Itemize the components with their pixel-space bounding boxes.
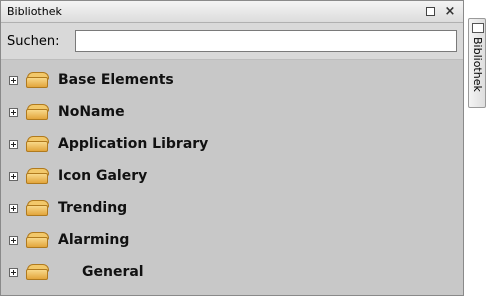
tree-item-noname[interactable]: NoName xyxy=(1,96,463,128)
side-tab-library[interactable]: Bibliothek xyxy=(468,18,486,108)
panel-titlebar: Bibliothek × xyxy=(1,1,463,23)
folder-icon xyxy=(26,200,49,216)
search-input[interactable] xyxy=(75,30,457,52)
tree-item-label: Alarming xyxy=(58,232,130,248)
tree-item-label: Application Library xyxy=(58,136,209,152)
tree-item-label: General xyxy=(82,264,144,280)
tree-item-base-elements[interactable]: Base Elements xyxy=(1,64,463,96)
expand-icon[interactable] xyxy=(9,107,18,117)
folder-icon xyxy=(26,264,49,280)
expand-icon[interactable] xyxy=(9,235,18,245)
panel-title: Bibliothek xyxy=(7,5,62,18)
library-tree: Base Elements NoName Application Library… xyxy=(1,60,463,288)
folder-icon xyxy=(26,72,49,88)
side-tab-label: Bibliothek xyxy=(471,37,484,92)
tree-item-general[interactable]: General xyxy=(1,256,463,288)
folder-icon xyxy=(26,232,49,248)
library-panel: Bibliothek × Suchen: Base Elements NoNam… xyxy=(0,0,464,296)
restore-icon xyxy=(425,7,435,16)
search-label: Suchen: xyxy=(7,33,60,49)
folder-icon xyxy=(26,168,49,184)
tree-item-trending[interactable]: Trending xyxy=(1,192,463,224)
expand-icon[interactable] xyxy=(9,75,18,85)
tree-item-label: NoName xyxy=(58,104,125,120)
expand-icon[interactable] xyxy=(9,203,18,213)
tree-item-label: Icon Galery xyxy=(58,168,148,184)
expand-icon[interactable] xyxy=(9,139,18,149)
tree-item-label: Base Elements xyxy=(58,72,174,88)
close-button[interactable]: × xyxy=(443,4,457,19)
search-row: Suchen: xyxy=(1,23,463,60)
library-icon xyxy=(472,23,484,33)
folder-icon xyxy=(26,136,49,152)
tree-item-alarming[interactable]: Alarming xyxy=(1,224,463,256)
tree-item-application-library[interactable]: Application Library xyxy=(1,128,463,160)
expand-icon[interactable] xyxy=(9,171,18,181)
tree-item-label: Trending xyxy=(58,200,128,216)
expand-icon[interactable] xyxy=(9,267,18,277)
folder-icon xyxy=(26,104,49,120)
tree-item-icon-galery[interactable]: Icon Galery xyxy=(1,160,463,192)
restore-button[interactable] xyxy=(423,5,437,19)
